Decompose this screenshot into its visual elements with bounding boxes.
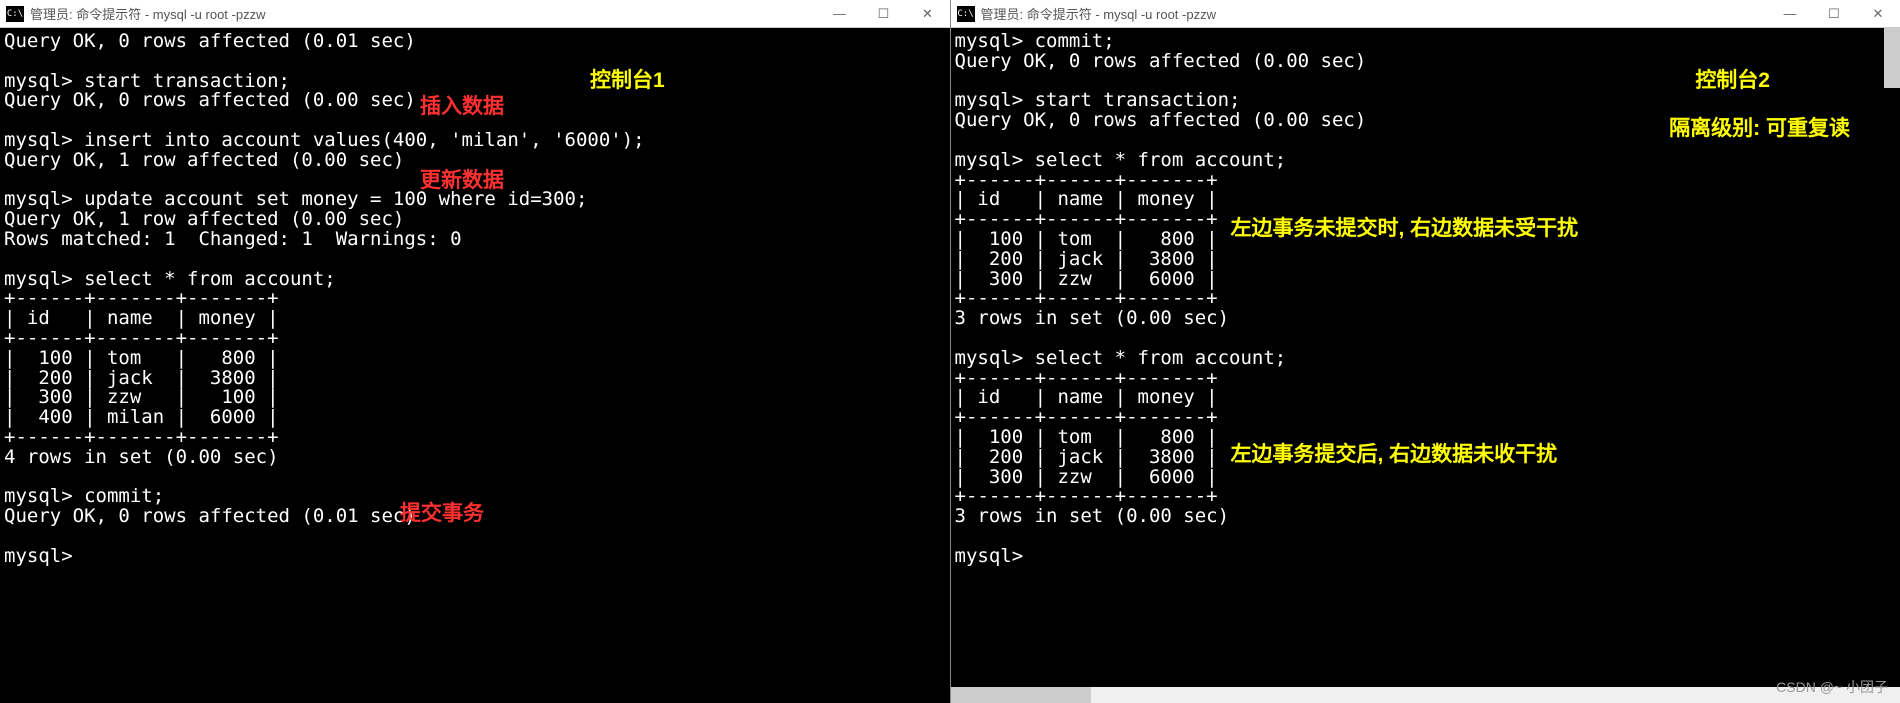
minimize-button[interactable]: — — [818, 0, 862, 28]
window-title: 管理员: 命令提示符 - mysql -u root -pzzw — [981, 4, 1769, 23]
close-button[interactable]: ✕ — [906, 0, 950, 28]
annotation-after-commit: 左边事务提交后, 右边数据未收干扰 — [1231, 438, 1558, 468]
annotation-insert: 插入数据 — [420, 90, 504, 120]
terminal-output-left[interactable]: Query OK, 0 rows affected (0.01 sec) mys… — [0, 28, 950, 703]
maximize-button[interactable]: ☐ — [862, 0, 906, 28]
annotation-commit: 提交事务 — [400, 497, 484, 527]
minimize-button[interactable]: — — [1768, 0, 1812, 28]
close-button[interactable]: ✕ — [1856, 0, 1900, 28]
terminal-window-left: C:\ 管理员: 命令提示符 - mysql -u root -pzzw — ☐… — [0, 0, 951, 703]
watermark: CSDN @~ 小团子 — [1776, 677, 1888, 697]
window-title: 管理员: 命令提示符 - mysql -u root -pzzw — [30, 4, 818, 23]
annotation-isolation: 隔离级别: 可重复读 — [1669, 112, 1850, 142]
annotation-before-commit: 左边事务未提交时, 右边数据未受干扰 — [1231, 212, 1579, 242]
terminal-window-right: C:\ 管理员: 命令提示符 - mysql -u root -pzzw — ☐… — [951, 0, 1900, 703]
annotation-console-2: 控制台2 — [1695, 64, 1770, 94]
cmd-icon: C:\ — [6, 6, 24, 22]
scrollbar-horizontal[interactable] — [951, 687, 1900, 703]
scrollbar-thumb[interactable] — [951, 687, 1091, 703]
annotation-console-1: 控制台1 — [590, 64, 665, 94]
titlebar-right[interactable]: C:\ 管理员: 命令提示符 - mysql -u root -pzzw — ☐… — [951, 0, 1900, 28]
maximize-button[interactable]: ☐ — [1812, 0, 1856, 28]
scrollbar-vertical[interactable] — [1884, 28, 1900, 88]
cmd-icon: C:\ — [957, 6, 975, 22]
titlebar-left[interactable]: C:\ 管理员: 命令提示符 - mysql -u root -pzzw — ☐… — [0, 0, 950, 28]
annotation-update: 更新数据 — [420, 164, 504, 194]
